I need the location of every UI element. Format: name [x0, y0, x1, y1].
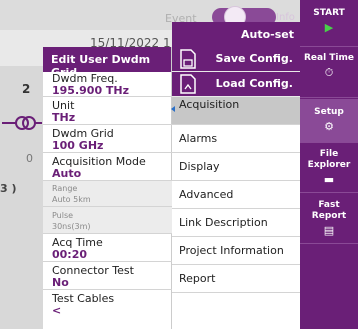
load-config-button[interactable]: Load Config.: [172, 72, 300, 96]
row-label: Connector Test: [52, 264, 134, 277]
file-explorer-button[interactable]: File Explorer ▬: [300, 144, 358, 193]
setup-button[interactable]: Setup ⚙: [300, 99, 358, 143]
row-value: 00:20: [52, 248, 88, 261]
menu-item-acquisition[interactable]: Acquisition: [171, 97, 300, 125]
menu-item-label: Link Description: [179, 216, 268, 229]
setup-label: Setup: [314, 107, 344, 117]
setup-menu: Acquisition Alarms Display Advanced Link…: [171, 97, 300, 329]
stopwatch-icon: ⏱: [324, 66, 334, 79]
row-label: Range: [52, 184, 78, 193]
unit-row[interactable]: Unit THz: [43, 97, 172, 125]
gear-icon: ⚙: [324, 120, 334, 133]
start-button[interactable]: START ▶: [300, 0, 358, 47]
folder-icon: ▬: [323, 173, 335, 186]
auto-set-label: Auto-set: [241, 28, 294, 41]
background-side-panel: [0, 66, 44, 329]
report-icon: ▤: [323, 224, 335, 237]
edit-dwdm-grid-panel: Edit User Dwdm Grid Dwdm Freq. 195.900 T…: [43, 47, 172, 329]
row-value: THz: [52, 111, 76, 124]
menu-item-advanced[interactable]: Advanced: [172, 181, 300, 209]
menu-item-label: Project Information: [179, 244, 284, 257]
load-config-label: Load Config.: [215, 77, 293, 90]
background-value: 3 ): [0, 182, 17, 195]
real-time-label: Real Time: [303, 53, 355, 63]
row-value: Auto: [52, 167, 82, 180]
menu-item-label: Report: [179, 272, 216, 285]
menu-item-label: Display: [179, 160, 220, 173]
menu-item-label: Alarms: [179, 132, 218, 145]
fast-report-button[interactable]: Fast Report ▤: [300, 194, 358, 244]
fiber-cable-icon: [2, 116, 42, 130]
save-config-button[interactable]: Save Config.: [172, 47, 300, 71]
panel-title: Edit User Dwdm Grid: [43, 47, 171, 79]
right-toolbar: START ▶ Real Time ⏱ Setup ⚙ File Explore…: [300, 0, 358, 329]
menu-item-alarms[interactable]: Alarms: [172, 125, 300, 153]
menu-item-report[interactable]: Report: [172, 265, 300, 293]
menu-item-display[interactable]: Display: [172, 153, 300, 181]
save-config-label: Save Config.: [215, 52, 293, 65]
row-value: 100 GHz: [52, 139, 104, 152]
row-value: No: [52, 276, 69, 289]
row-label: Pulse: [52, 211, 74, 220]
menu-item-label: Acquisition: [179, 98, 240, 111]
play-icon: ▶: [324, 21, 334, 34]
auto-set-button[interactable]: Auto-set: [172, 22, 300, 47]
start-label: START: [313, 8, 345, 18]
row-value: Auto 5km: [52, 195, 91, 204]
acquisition-mode-row[interactable]: Acquisition Mode Auto: [43, 153, 172, 181]
range-row: Range Auto 5km: [43, 181, 172, 207]
save-file-icon: [180, 49, 196, 69]
menu-item-label: Advanced: [179, 188, 234, 201]
row-value: <: [52, 304, 62, 317]
dwdm-freq-row[interactable]: Dwdm Freq. 195.900 THz: [43, 72, 172, 97]
connector-test-row[interactable]: Connector Test No: [43, 262, 172, 290]
dwdm-grid-row[interactable]: Dwdm Grid 100 GHz: [43, 125, 172, 153]
background-value: 0: [26, 152, 33, 165]
background-value: 2: [22, 82, 31, 96]
acq-time-row[interactable]: Acq Time 00:20: [43, 234, 172, 262]
real-time-button[interactable]: Real Time ⏱: [300, 48, 358, 98]
menu-item-project-information[interactable]: Project Information: [172, 237, 300, 265]
row-label: Test Cables: [52, 292, 115, 305]
test-cables-row[interactable]: Test Cables <: [43, 290, 172, 320]
load-file-icon: [180, 74, 196, 94]
file-explorer-label: File Explorer: [307, 149, 351, 170]
selection-marker: [171, 106, 175, 112]
row-value: 30ns(3m): [52, 222, 91, 231]
pulse-row: Pulse 30ns(3m): [43, 207, 172, 234]
fast-report-label: Fast Report: [311, 200, 347, 221]
menu-item-link-description[interactable]: Link Description: [172, 209, 300, 237]
row-value: 195.900 THz: [52, 84, 130, 97]
